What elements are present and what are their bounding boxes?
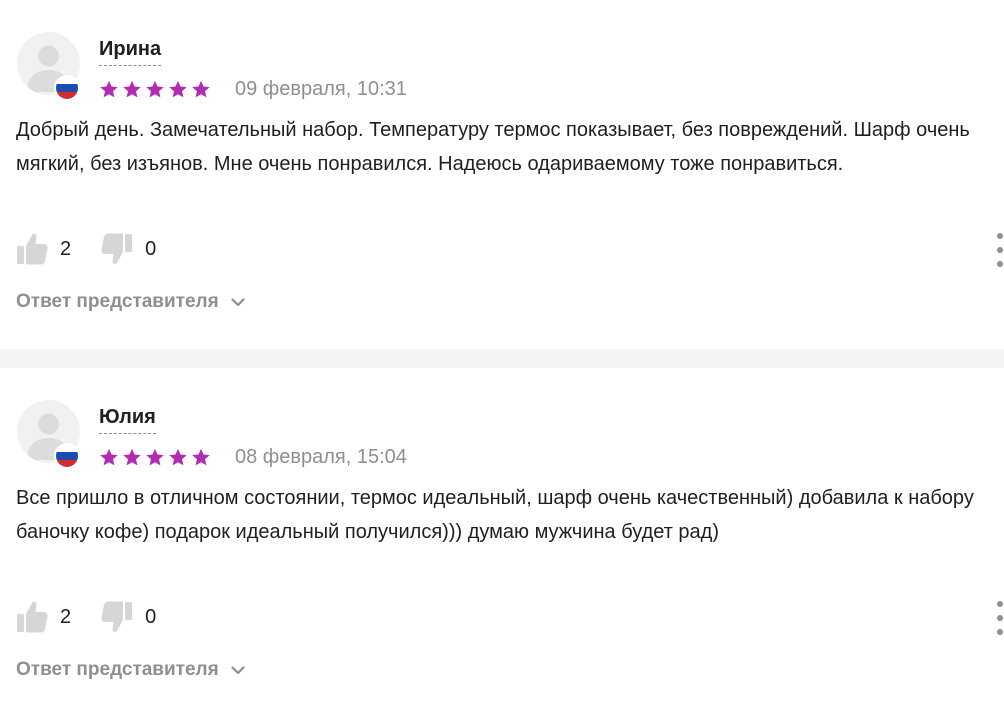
review-author-name[interactable]: Ирина <box>99 37 162 66</box>
vertical-dots-icon <box>997 601 1003 635</box>
like-button[interactable]: 2 <box>16 600 71 634</box>
star-icon <box>145 77 165 101</box>
review-date: 08 февраля, 15:04 <box>235 446 407 468</box>
vote-controls: 2 0 <box>16 596 156 638</box>
review-card: Юлия 08 февраля, 15:04 Все пришло в отли… <box>0 368 1004 716</box>
thumbs-up-icon <box>17 601 48 633</box>
thumbs-down-icon <box>101 601 133 633</box>
star-icon <box>191 445 211 469</box>
star-icon <box>99 445 119 469</box>
review-text: Все пришло в отличном состоянии, термос … <box>16 487 974 543</box>
star-icon <box>99 77 119 101</box>
like-count: 2 <box>60 605 72 628</box>
russia-flag-icon <box>54 75 80 101</box>
star-icon <box>122 77 142 101</box>
chevron-down-icon <box>231 297 245 306</box>
like-count: 2 <box>60 237 72 260</box>
dislike-count: 0 <box>145 237 157 260</box>
star-icon <box>168 77 188 101</box>
star-icon <box>168 445 188 469</box>
more-options-button[interactable] <box>996 599 1004 637</box>
thumbs-down-icon <box>101 233 133 265</box>
review-date: 09 февраля, 10:31 <box>235 78 407 100</box>
more-options-button[interactable] <box>996 231 1004 269</box>
reply-toggle-label: Ответ представителя <box>16 291 219 312</box>
star-icon <box>122 445 142 469</box>
dislike-button[interactable]: 0 <box>101 600 156 634</box>
vertical-dots-icon <box>997 233 1003 267</box>
thumbs-up-icon <box>17 233 48 265</box>
chevron-down-icon <box>231 665 245 674</box>
rating-stars <box>99 77 211 101</box>
rating-stars <box>99 445 211 469</box>
russia-flag-icon <box>54 443 80 469</box>
representative-reply-toggle[interactable]: Ответ представителя <box>16 289 245 315</box>
review-author-name[interactable]: Юлия <box>99 405 156 434</box>
star-icon <box>191 77 211 101</box>
star-icon <box>145 445 165 469</box>
reply-toggle-label: Ответ представителя <box>16 659 219 680</box>
like-button[interactable]: 2 <box>16 232 71 266</box>
review-text: Добрый день. Замечательный набор. Темпер… <box>16 119 970 175</box>
dislike-count: 0 <box>145 605 157 628</box>
dislike-button[interactable]: 0 <box>101 232 156 266</box>
review-separator <box>0 349 1004 368</box>
review-card: Ирина 09 февраля, 10:31 Добрый день. Зам… <box>0 0 1004 349</box>
vote-controls: 2 0 <box>16 228 156 270</box>
representative-reply-toggle[interactable]: Ответ представителя <box>16 657 245 683</box>
